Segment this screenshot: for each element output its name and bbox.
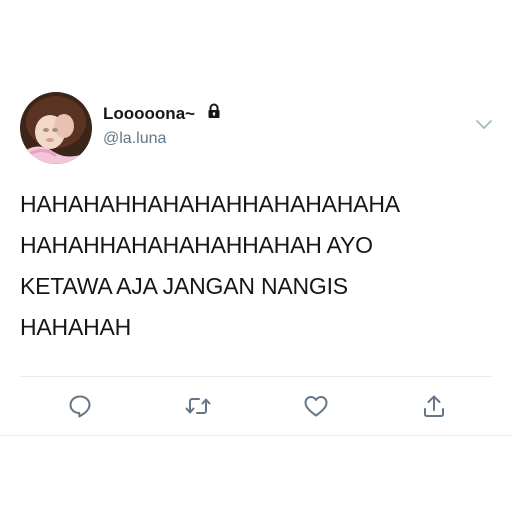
share-button[interactable] bbox=[420, 392, 448, 420]
tweet-text: HAHAHAHHAHAHAHHAHAHAHAHA HAHAHHAHAHAHAHH… bbox=[20, 184, 496, 348]
like-button[interactable] bbox=[302, 392, 330, 420]
avatar[interactable] bbox=[20, 92, 92, 164]
tweet-text-line: HAHAHAH bbox=[20, 314, 132, 340]
chevron-down-icon[interactable] bbox=[474, 118, 494, 132]
user-info: Looooona~ @la.luna bbox=[103, 103, 222, 148]
heart-icon bbox=[304, 396, 328, 417]
user-handle[interactable]: @la.luna bbox=[103, 129, 222, 148]
reply-icon bbox=[69, 395, 91, 418]
retweet-button[interactable] bbox=[184, 392, 212, 420]
reply-button[interactable] bbox=[66, 392, 94, 420]
lock-icon bbox=[206, 103, 222, 124]
display-name[interactable]: Looooona~ bbox=[103, 104, 195, 124]
tweet-text-line: HAHAHHAHAHAHAHHAHAH AYO bbox=[20, 232, 373, 258]
share-icon bbox=[424, 395, 444, 417]
tweet-text-line: KETAWA AJA JANGAN NANGIS bbox=[20, 273, 348, 299]
avatar-image bbox=[20, 92, 92, 164]
tweet-text-line: HAHAHAHHAHAHAHHAHAHAHAHA bbox=[20, 191, 400, 217]
retweet-icon bbox=[185, 398, 211, 414]
tweet-card: Looooona~ @la.luna HAHAHAHHAHAHAHHAHAHAH… bbox=[0, 0, 512, 512]
divider bbox=[0, 435, 512, 436]
divider bbox=[20, 376, 492, 377]
